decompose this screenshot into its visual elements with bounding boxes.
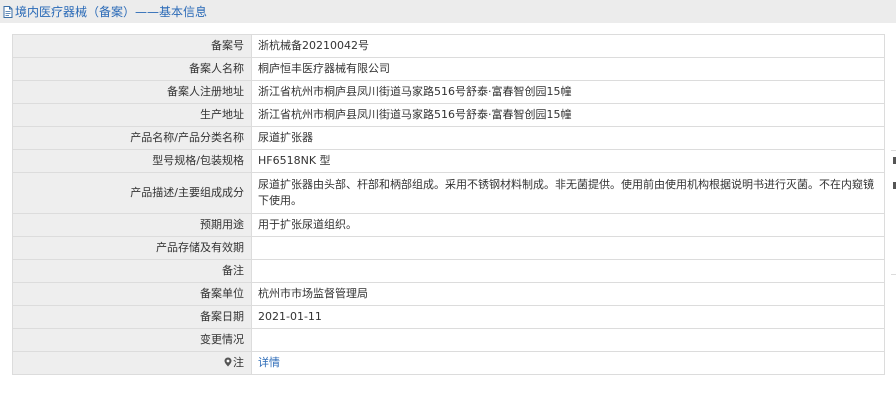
row-label: 产品名称/产品分类名称 xyxy=(12,126,252,150)
info-table: 备案号 浙杭械备20210042号 备案人名称 桐庐恒丰医疗器械有限公司 备案人… xyxy=(12,34,885,375)
row-label: 预期用途 xyxy=(12,213,252,237)
content-panel: 备案号 浙杭械备20210042号 备案人名称 桐庐恒丰医疗器械有限公司 备案人… xyxy=(0,23,896,418)
table-row: 生产地址 浙江省杭州市桐庐县凤川街道马家路516号舒泰·富春智创园15幢 xyxy=(12,103,885,127)
row-label: 备案单位 xyxy=(12,282,252,306)
table-row: 产品描述/主要组成成分 尿道扩张器由头部、杆部和柄部组成。采用不锈钢材料制成。非… xyxy=(12,172,885,214)
details-link[interactable]: 详情 xyxy=(258,356,280,369)
table-row: 备案人注册地址 浙江省杭州市桐庐县凤川街道马家路516号舒泰·富春智创园15幢 xyxy=(12,80,885,104)
table-row: 备案号 浙杭械备20210042号 xyxy=(12,34,885,58)
row-label: 备案人注册地址 xyxy=(12,80,252,104)
table-row: 产品存储及有效期 xyxy=(12,236,885,260)
row-label: 型号规格/包装规格 xyxy=(12,149,252,173)
page-header: 境内医疗器械（备案）——基本信息 xyxy=(0,0,896,23)
row-value xyxy=(251,236,885,260)
row-label: 注 xyxy=(233,356,244,369)
row-label: 生产地址 xyxy=(12,103,252,127)
row-value xyxy=(251,328,885,352)
table-row: 预期用途 用于扩张尿道组织。 xyxy=(12,213,885,237)
table-row: 备案日期 2021-01-11 xyxy=(12,305,885,329)
row-value: 杭州市市场监督管理局 xyxy=(251,282,885,306)
row-value: 尿道扩张器由头部、杆部和柄部组成。采用不锈钢材料制成。非无菌提供。使用前由使用机… xyxy=(251,172,885,214)
table-row: 备注 xyxy=(12,259,885,283)
row-label: 备案日期 xyxy=(12,305,252,329)
row-label: 备注 xyxy=(12,259,252,283)
row-label: 变更情况 xyxy=(12,328,252,352)
row-value: 用于扩张尿道组织。 xyxy=(251,213,885,237)
location-pin-icon xyxy=(224,357,232,367)
table-row: 变更情况 xyxy=(12,328,885,352)
table-row: 注 详情 xyxy=(12,351,885,375)
row-value: 浙江省杭州市桐庐县凤川街道马家路516号舒泰·富春智创园15幢 xyxy=(251,103,885,127)
row-value: 2021-01-11 xyxy=(251,305,885,329)
note-label: 注 xyxy=(12,351,252,375)
table-row: 产品名称/产品分类名称 尿道扩张器 xyxy=(12,126,885,150)
row-label: 备案号 xyxy=(12,34,252,58)
row-value: 尿道扩张器 xyxy=(251,126,885,150)
table-row: 型号规格/包装规格 HF6518NK 型 xyxy=(12,149,885,173)
row-value xyxy=(251,259,885,283)
row-value: 详情 xyxy=(251,351,885,375)
row-value: 浙杭械备20210042号 xyxy=(251,34,885,58)
row-label: 产品存储及有效期 xyxy=(12,236,252,260)
row-label: 产品描述/主要组成成分 xyxy=(12,172,252,214)
table-row: 备案单位 杭州市市场监督管理局 xyxy=(12,282,885,306)
row-value: HF6518NK 型 xyxy=(251,149,885,173)
side-scroll-handle[interactable] xyxy=(891,150,896,275)
row-value: 浙江省杭州市桐庐县凤川街道马家路516号舒泰·富春智创园15幢 xyxy=(251,80,885,104)
row-value: 桐庐恒丰医疗器械有限公司 xyxy=(251,57,885,81)
page-title: 境内医疗器械（备案）——基本信息 xyxy=(15,5,208,19)
table-row: 备案人名称 桐庐恒丰医疗器械有限公司 xyxy=(12,57,885,81)
row-label: 备案人名称 xyxy=(12,57,252,81)
document-icon xyxy=(3,5,13,18)
